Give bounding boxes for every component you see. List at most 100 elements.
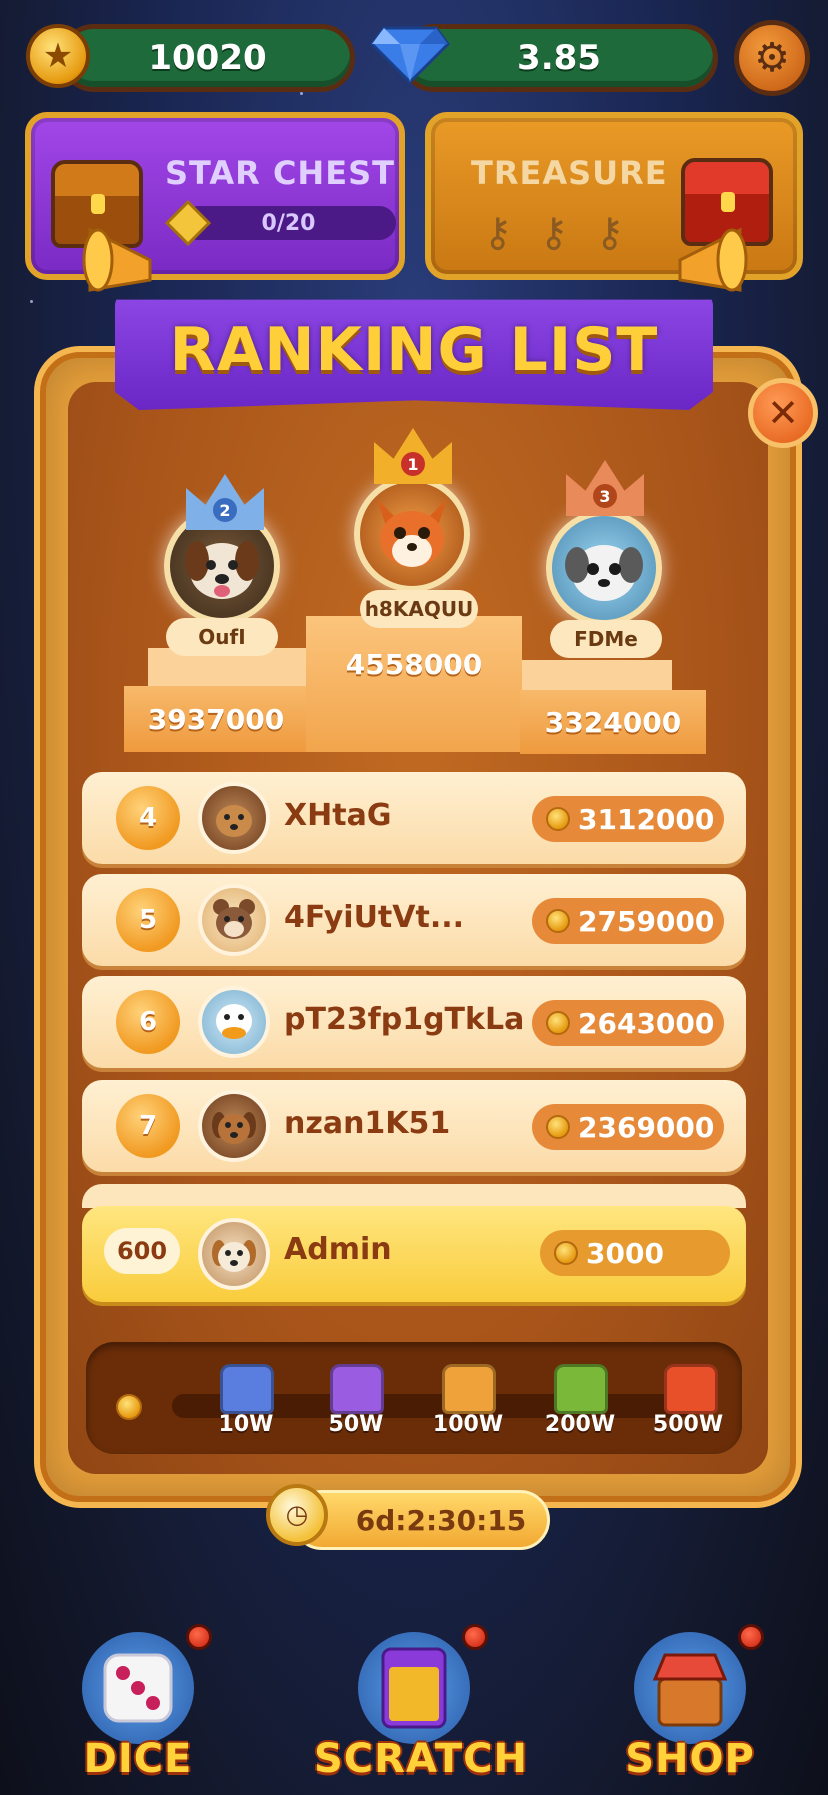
reward-chest-icon[interactable] [442, 1364, 496, 1414]
duck-avatar-icon [216, 1004, 252, 1039]
nav-shop[interactable]: SHOP [590, 1620, 790, 1790]
star-coin-icon: ★ [26, 24, 90, 88]
star-chest-progress-text: 0/20 [261, 210, 316, 236]
ranking-title: RANKING LIST [115, 299, 713, 410]
player-score: 2759000 [578, 904, 715, 938]
player-score: 2369000 [578, 1110, 715, 1144]
podium-2-score: 3937000 [147, 702, 285, 736]
gear-icon[interactable]: ⚙ [734, 20, 810, 96]
podium-2-block: 3937000 [124, 686, 308, 752]
ranking-row[interactable]: 5 4FyiUtVt... 2759000 [82, 874, 746, 966]
crown-rank-2: 2 [213, 498, 237, 522]
podium-top [522, 660, 672, 690]
rewards-track: 10W 50W 100W 200W 500W [86, 1342, 742, 1454]
avatar [198, 782, 270, 854]
reward-label: 500W [652, 1412, 724, 1437]
ranking-row-partial [82, 1184, 746, 1208]
key-icon: ⚷ [539, 210, 569, 256]
my-score-pill: 3000 [540, 1230, 730, 1276]
avatar [198, 1218, 270, 1290]
dice-glyph [103, 1653, 173, 1723]
coin-balance-value: 10020 [148, 38, 267, 78]
horn-icon [82, 227, 152, 292]
reward-label: 50W [328, 1412, 384, 1437]
dog-avatar-icon [185, 541, 259, 599]
podium-1-name: h8KAQUU [360, 590, 478, 628]
star-chest-title: STAR CHEST [165, 154, 395, 192]
star-coin-icon [554, 1241, 578, 1265]
shop-icon [634, 1632, 746, 1744]
ranking-row[interactable]: 6 pT23fp1gTkLa 2643000 [82, 976, 746, 1068]
crown-rank-1: 1 [401, 452, 425, 476]
star-chest-progress: 0/20 [181, 206, 396, 240]
player-name: XHtaG [284, 798, 392, 833]
my-rank-badge: 600 [104, 1228, 180, 1274]
gem-balance-value: 3.85 [517, 38, 601, 78]
diamond-icon [370, 26, 450, 84]
score-pill: 2369000 [532, 1104, 724, 1150]
avatar [198, 884, 270, 956]
avatar [198, 1090, 270, 1162]
rank-badge: 5 [116, 888, 180, 952]
avatar[interactable] [354, 476, 470, 592]
rank-badge: 4 [116, 786, 180, 850]
player-score: 3112000 [578, 802, 715, 836]
hamster-avatar-icon [213, 899, 255, 939]
dog-avatar-icon [216, 805, 252, 837]
podium-3-name: FDMe [550, 620, 662, 658]
player-name: nzan1K51 [284, 1106, 451, 1141]
nav-shop-label: SHOP [625, 1736, 755, 1782]
dog-avatar-icon [212, 1240, 256, 1272]
star-coin-icon [546, 1115, 570, 1139]
reward-chest-icon[interactable] [664, 1364, 718, 1414]
star-decoration [30, 300, 33, 303]
nav-dice[interactable]: DICE [38, 1620, 238, 1790]
podium-3-score: 3324000 [544, 705, 682, 739]
my-score: 3000 [586, 1236, 664, 1270]
key-icon: ⚷ [483, 210, 513, 256]
score-pill: 2759000 [532, 898, 724, 944]
close-icon: ✕ [767, 391, 799, 435]
my-player-name: Admin [284, 1232, 392, 1267]
reward-chest-icon[interactable] [554, 1364, 608, 1414]
top-bar: 10020 ★ 3.85 ⚙ [0, 10, 828, 96]
star-decoration [300, 92, 303, 95]
reward-chest-icon[interactable] [330, 1364, 384, 1414]
star-coin-icon [116, 1394, 142, 1420]
podium-2-name: OufI [166, 618, 278, 656]
fox-avatar-icon [377, 499, 447, 567]
podium-1-block: 4558000 [306, 616, 522, 752]
stopwatch-icon: ◷ [266, 1484, 328, 1546]
star-coin-icon [546, 807, 570, 831]
player-name: 4FyiUtVt... [284, 900, 465, 935]
podium-1-score: 4558000 [345, 647, 483, 681]
dice-icon [82, 1632, 194, 1744]
reward-label: 200W [544, 1412, 616, 1437]
crown-rank-3: 3 [593, 484, 617, 508]
star-coin-icon [546, 1011, 570, 1035]
avatar [198, 986, 270, 1058]
nav-scratch[interactable]: SCRATCH [314, 1620, 528, 1790]
key-icon: ⚷ [595, 210, 625, 256]
star-coin-icon [546, 909, 570, 933]
ranking-row[interactable]: 7 nzan1K51 2369000 [82, 1080, 746, 1172]
event-timer: 6d:2:30:15 [292, 1490, 550, 1550]
shop-glyph [652, 1653, 728, 1727]
event-timer-text: 6d:2:30:15 [355, 1503, 527, 1537]
treasure-title: TREASURE [471, 154, 668, 192]
reward-chest-icon[interactable] [220, 1364, 274, 1414]
rank-badge: 6 [116, 990, 180, 1054]
reward-label: 10W [218, 1412, 274, 1437]
avatar[interactable] [546, 510, 662, 626]
player-score: 2643000 [578, 1006, 715, 1040]
score-pill: 2643000 [532, 1000, 724, 1046]
nav-scratch-label: SCRATCH [314, 1736, 528, 1782]
scratch-glyph [381, 1647, 447, 1729]
dog-avatar-icon [212, 1112, 256, 1144]
ranking-row[interactable]: 4 XHtaG 3112000 [82, 772, 746, 864]
notification-dot [738, 1624, 764, 1650]
my-ranking-row[interactable]: 600 Admin 3000 [82, 1206, 746, 1302]
dog-avatar-icon [565, 545, 643, 601]
close-button[interactable]: ✕ [748, 378, 818, 448]
coin-balance[interactable]: 10020 [60, 24, 355, 92]
